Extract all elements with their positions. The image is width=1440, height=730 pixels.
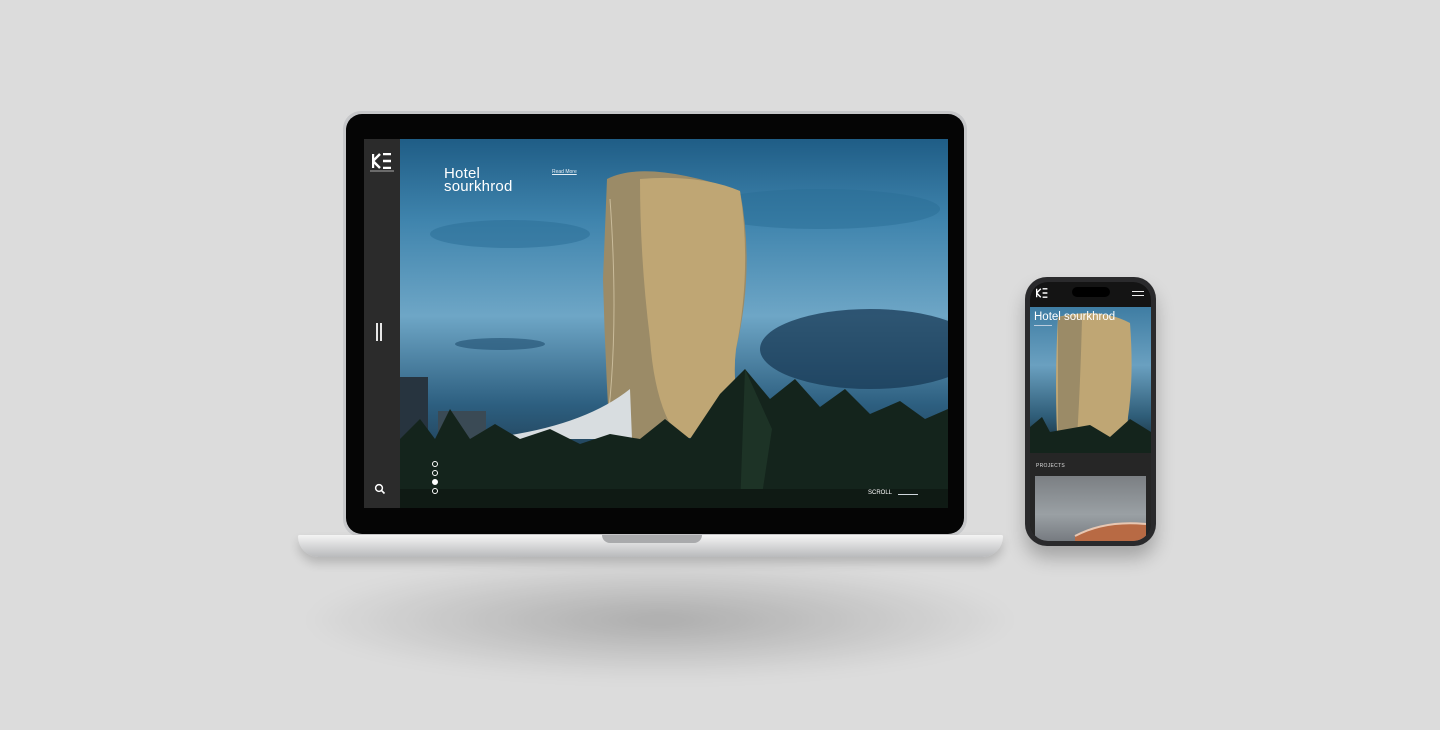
laptop-screen: Hotel sourkhrod Read More SCROLL bbox=[364, 139, 948, 508]
scroll-label[interactable]: SCROLL bbox=[868, 490, 892, 496]
laptop-notch bbox=[602, 535, 702, 543]
search-icon[interactable] bbox=[374, 483, 386, 495]
slide-pagination bbox=[432, 461, 438, 497]
scroll-line bbox=[898, 494, 918, 495]
logo-caption bbox=[370, 170, 394, 172]
hero-title-line2: sourkhrod bbox=[444, 178, 513, 195]
slide-dot[interactable] bbox=[432, 488, 438, 494]
projects-section: PROJECTS bbox=[1030, 453, 1151, 541]
phone-hero: Hotel sourkhrod bbox=[1030, 307, 1151, 453]
menu-toggle-button[interactable] bbox=[375, 323, 385, 341]
phone-hero-image bbox=[1030, 313, 1151, 453]
projects-heading: PROJECTS bbox=[1036, 463, 1066, 469]
slide-dot-active[interactable] bbox=[432, 479, 438, 485]
device-shadow bbox=[300, 560, 1020, 680]
phone-hero-title: Hotel sourkhrod bbox=[1034, 311, 1116, 323]
site-sidebar bbox=[364, 139, 400, 508]
hero-title: Hotel sourkhrod bbox=[444, 166, 513, 195]
project-card[interactable] bbox=[1035, 476, 1147, 541]
project-card-image bbox=[1074, 522, 1147, 541]
phone-screen: Hotel sourkhrod PROJECTS bbox=[1030, 282, 1151, 541]
slide-dot[interactable] bbox=[432, 470, 438, 476]
kb-logo-icon[interactable] bbox=[372, 153, 392, 169]
slide-dot[interactable] bbox=[432, 461, 438, 467]
hero-slide: Hotel sourkhrod Read More SCROLL bbox=[400, 139, 948, 508]
phone-hero-underline bbox=[1034, 325, 1052, 326]
menu-bar-icon bbox=[376, 323, 378, 341]
dynamic-island bbox=[1072, 287, 1110, 297]
read-more-link[interactable]: Read More bbox=[552, 169, 577, 175]
hamburger-icon[interactable] bbox=[1132, 291, 1144, 297]
kb-logo-icon[interactable] bbox=[1036, 288, 1048, 298]
menu-bar-icon bbox=[380, 323, 382, 341]
